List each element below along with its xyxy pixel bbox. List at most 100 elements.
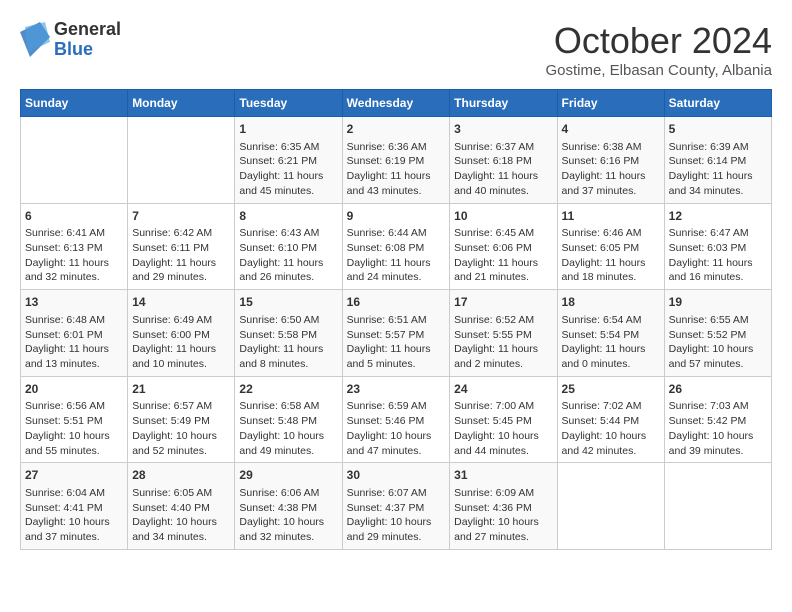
sunrise: Sunrise: 6:46 AM xyxy=(562,227,642,239)
sunset: Sunset: 6:14 PM xyxy=(669,155,747,167)
header-sunday: Sunday xyxy=(21,90,128,117)
sunrise: Sunrise: 6:56 AM xyxy=(25,400,105,412)
sunset: Sunset: 6:06 PM xyxy=(454,242,532,254)
sunrise: Sunrise: 6:49 AM xyxy=(132,314,212,326)
sunrise: Sunrise: 6:05 AM xyxy=(132,487,212,499)
day-number: 20 xyxy=(25,381,123,398)
sunset: Sunset: 6:10 PM xyxy=(239,242,317,254)
day-number: 3 xyxy=(454,121,552,138)
table-cell: 9 Sunrise: 6:44 AM Sunset: 6:08 PM Dayli… xyxy=(342,203,450,290)
day-number: 29 xyxy=(239,467,337,484)
sunrise: Sunrise: 6:57 AM xyxy=(132,400,212,412)
sunrise: Sunrise: 6:38 AM xyxy=(562,141,642,153)
daylight: Daylight: 11 hours and 18 minutes. xyxy=(562,257,646,284)
day-number: 12 xyxy=(669,208,767,225)
daylight: Daylight: 10 hours and 39 minutes. xyxy=(669,430,754,457)
daylight: Daylight: 11 hours and 34 minutes. xyxy=(669,170,753,197)
table-cell: 16 Sunrise: 6:51 AM Sunset: 5:57 PM Dayl… xyxy=(342,290,450,377)
day-number: 22 xyxy=(239,381,337,398)
header-tuesday: Tuesday xyxy=(235,90,342,117)
table-cell: 24 Sunrise: 7:00 AM Sunset: 5:45 PM Dayl… xyxy=(450,376,557,463)
daylight: Daylight: 11 hours and 2 minutes. xyxy=(454,343,538,370)
sunset: Sunset: 5:44 PM xyxy=(562,415,640,427)
sunset: Sunset: 5:48 PM xyxy=(239,415,317,427)
day-number: 2 xyxy=(347,121,446,138)
table-cell: 15 Sunrise: 6:50 AM Sunset: 5:58 PM Dayl… xyxy=(235,290,342,377)
daylight: Daylight: 11 hours and 26 minutes. xyxy=(239,257,323,284)
header-thursday: Thursday xyxy=(450,90,557,117)
table-cell: 18 Sunrise: 6:54 AM Sunset: 5:54 PM Dayl… xyxy=(557,290,664,377)
header-wednesday: Wednesday xyxy=(342,90,450,117)
sunrise: Sunrise: 6:44 AM xyxy=(347,227,427,239)
table-cell: 11 Sunrise: 6:46 AM Sunset: 6:05 PM Dayl… xyxy=(557,203,664,290)
sunset: Sunset: 5:46 PM xyxy=(347,415,425,427)
sunrise: Sunrise: 6:37 AM xyxy=(454,141,534,153)
sunset: Sunset: 6:08 PM xyxy=(347,242,425,254)
table-cell: 19 Sunrise: 6:55 AM Sunset: 5:52 PM Dayl… xyxy=(664,290,771,377)
sunset: Sunset: 6:00 PM xyxy=(132,329,210,341)
daylight: Daylight: 10 hours and 47 minutes. xyxy=(347,430,432,457)
logo-icon xyxy=(20,22,50,57)
table-cell: 14 Sunrise: 6:49 AM Sunset: 6:00 PM Dayl… xyxy=(128,290,235,377)
daylight: Daylight: 10 hours and 57 minutes. xyxy=(669,343,754,370)
table-cell: 28 Sunrise: 6:05 AM Sunset: 4:40 PM Dayl… xyxy=(128,463,235,550)
daylight: Daylight: 10 hours and 32 minutes. xyxy=(239,516,324,543)
daylight: Daylight: 11 hours and 10 minutes. xyxy=(132,343,216,370)
logo-general: General xyxy=(54,20,121,40)
daylight: Daylight: 11 hours and 45 minutes. xyxy=(239,170,323,197)
daylight: Daylight: 11 hours and 8 minutes. xyxy=(239,343,323,370)
table-cell: 17 Sunrise: 6:52 AM Sunset: 5:55 PM Dayl… xyxy=(450,290,557,377)
sunrise: Sunrise: 6:07 AM xyxy=(347,487,427,499)
daylight: Daylight: 11 hours and 32 minutes. xyxy=(25,257,109,284)
table-cell: 12 Sunrise: 6:47 AM Sunset: 6:03 PM Dayl… xyxy=(664,203,771,290)
sunset: Sunset: 6:16 PM xyxy=(562,155,640,167)
sunset: Sunset: 5:49 PM xyxy=(132,415,210,427)
calendar-header: Sunday Monday Tuesday Wednesday Thursday… xyxy=(21,90,772,117)
day-number: 17 xyxy=(454,294,552,311)
sunrise: Sunrise: 6:43 AM xyxy=(239,227,319,239)
sunset: Sunset: 4:36 PM xyxy=(454,502,532,514)
daylight: Daylight: 10 hours and 49 minutes. xyxy=(239,430,324,457)
sunrise: Sunrise: 6:42 AM xyxy=(132,227,212,239)
day-number: 21 xyxy=(132,381,230,398)
table-cell: 4 Sunrise: 6:38 AM Sunset: 6:16 PM Dayli… xyxy=(557,117,664,204)
table-cell xyxy=(664,463,771,550)
day-number: 23 xyxy=(347,381,446,398)
sunrise: Sunrise: 7:03 AM xyxy=(669,400,749,412)
sunrise: Sunrise: 6:45 AM xyxy=(454,227,534,239)
sunset: Sunset: 4:40 PM xyxy=(132,502,210,514)
sunset: Sunset: 5:58 PM xyxy=(239,329,317,341)
table-cell: 29 Sunrise: 6:06 AM Sunset: 4:38 PM Dayl… xyxy=(235,463,342,550)
day-number: 13 xyxy=(25,294,123,311)
daylight: Daylight: 11 hours and 43 minutes. xyxy=(347,170,431,197)
sunset: Sunset: 4:38 PM xyxy=(239,502,317,514)
week-row-4: 20 Sunrise: 6:56 AM Sunset: 5:51 PM Dayl… xyxy=(21,376,772,463)
day-number: 24 xyxy=(454,381,552,398)
sunset: Sunset: 4:37 PM xyxy=(347,502,425,514)
calendar-body: 1 Sunrise: 6:35 AM Sunset: 6:21 PM Dayli… xyxy=(21,117,772,550)
sunset: Sunset: 5:55 PM xyxy=(454,329,532,341)
day-number: 7 xyxy=(132,208,230,225)
table-cell: 2 Sunrise: 6:36 AM Sunset: 6:19 PM Dayli… xyxy=(342,117,450,204)
sunrise: Sunrise: 6:04 AM xyxy=(25,487,105,499)
day-number: 11 xyxy=(562,208,660,225)
sunset: Sunset: 5:51 PM xyxy=(25,415,103,427)
table-cell: 7 Sunrise: 6:42 AM Sunset: 6:11 PM Dayli… xyxy=(128,203,235,290)
day-number: 4 xyxy=(562,121,660,138)
day-number: 26 xyxy=(669,381,767,398)
table-cell xyxy=(557,463,664,550)
table-cell: 1 Sunrise: 6:35 AM Sunset: 6:21 PM Dayli… xyxy=(235,117,342,204)
daylight: Daylight: 11 hours and 0 minutes. xyxy=(562,343,646,370)
day-number: 6 xyxy=(25,208,123,225)
week-row-3: 13 Sunrise: 6:48 AM Sunset: 6:01 PM Dayl… xyxy=(21,290,772,377)
sunrise: Sunrise: 6:51 AM xyxy=(347,314,427,326)
week-row-1: 1 Sunrise: 6:35 AM Sunset: 6:21 PM Dayli… xyxy=(21,117,772,204)
sunset: Sunset: 6:21 PM xyxy=(239,155,317,167)
table-cell: 23 Sunrise: 6:59 AM Sunset: 5:46 PM Dayl… xyxy=(342,376,450,463)
daylight: Daylight: 10 hours and 42 minutes. xyxy=(562,430,647,457)
daylight: Daylight: 10 hours and 55 minutes. xyxy=(25,430,110,457)
table-cell: 3 Sunrise: 6:37 AM Sunset: 6:18 PM Dayli… xyxy=(450,117,557,204)
daylight: Daylight: 10 hours and 44 minutes. xyxy=(454,430,539,457)
logo-blue: Blue xyxy=(54,40,121,60)
calendar-table: Sunday Monday Tuesday Wednesday Thursday… xyxy=(20,89,772,550)
